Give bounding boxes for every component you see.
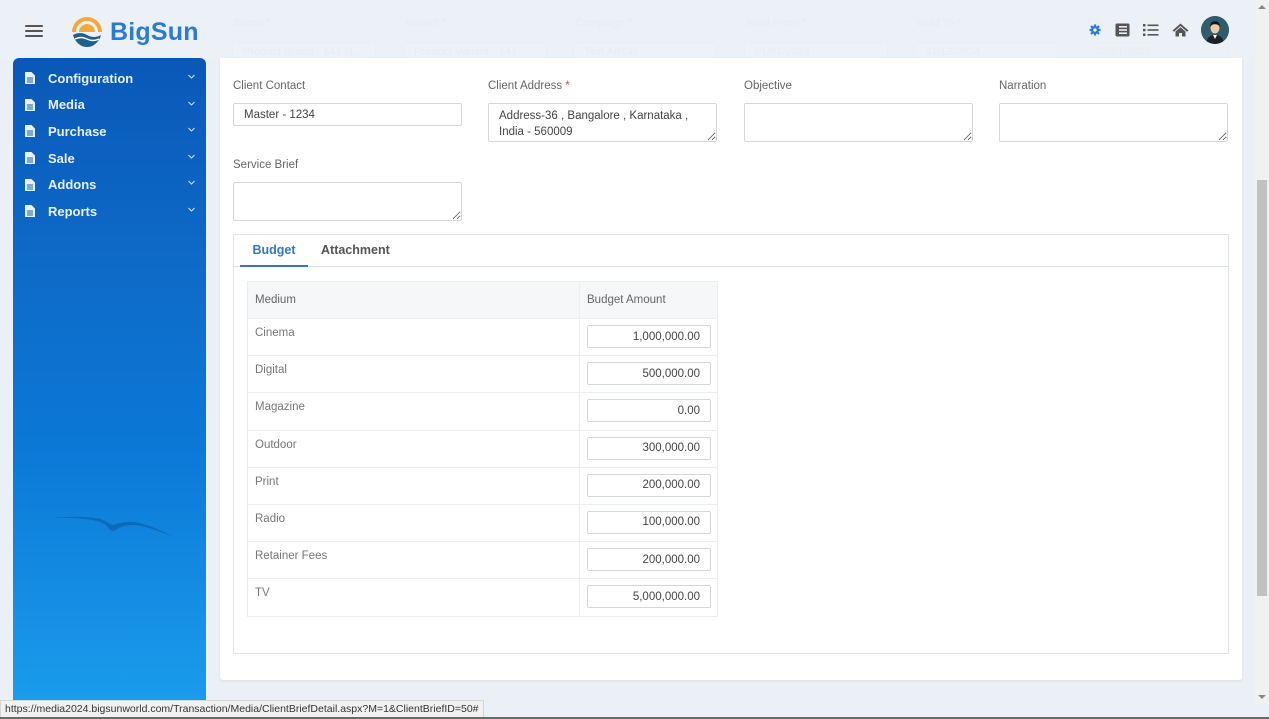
brand-logo[interactable]: BigSun xyxy=(70,15,199,49)
budget-amount-cell xyxy=(579,429,718,468)
bird-decoration-icon xyxy=(51,516,173,537)
budget-amount-input[interactable] xyxy=(587,436,711,460)
chevron-down-icon xyxy=(188,101,195,106)
hamburger-menu-icon[interactable] xyxy=(25,25,43,37)
budget-amount-input[interactable] xyxy=(587,399,711,423)
budget-row: Print xyxy=(247,466,718,505)
budget-row: Magazine xyxy=(247,392,718,431)
scroll-up-arrow-icon[interactable] xyxy=(1258,5,1266,9)
document-icon xyxy=(25,205,35,218)
home-icon[interactable] xyxy=(1172,23,1189,37)
chevron-down-icon xyxy=(188,154,195,159)
document-icon xyxy=(25,72,35,85)
column-header-medium: Medium xyxy=(247,281,580,319)
client-address-textarea[interactable]: Address-36 , Bangalore , Karnataka , Ind… xyxy=(488,103,717,142)
chevron-down-icon xyxy=(188,127,195,132)
objective-textarea[interactable] xyxy=(744,103,973,142)
sidebar-item-label: Reports xyxy=(48,203,98,219)
sidebar-item-label: Addons xyxy=(48,177,97,193)
document-icon xyxy=(25,98,35,111)
scrollbar-thumb[interactable] xyxy=(1257,180,1267,596)
budget-amount-input[interactable] xyxy=(587,362,711,386)
medium-cell: Outdoor xyxy=(247,429,580,468)
client-contact-label: Client Contact xyxy=(233,80,306,92)
budget-row: Outdoor xyxy=(247,429,718,468)
service-brief-textarea[interactable] xyxy=(233,182,462,221)
status-bar-url: https://media2024.bigsunworld.com/Transa… xyxy=(0,700,484,718)
budget-row: Digital xyxy=(247,355,718,394)
medium-cell: Retainer Fees xyxy=(247,541,580,580)
list-box-icon[interactable] xyxy=(1115,23,1130,37)
budget-amount-cell xyxy=(579,355,718,394)
sidebar-item-configuration[interactable]: Configuration xyxy=(13,65,206,92)
client-contact-input[interactable] xyxy=(233,103,462,126)
medium-cell: Radio xyxy=(247,503,580,543)
chevron-down-icon xyxy=(188,74,195,79)
header-actions xyxy=(1079,16,1229,44)
budget-table-header: Medium Budget Amount xyxy=(247,281,718,319)
objective-label: Objective xyxy=(744,80,792,92)
budget-amount-cell xyxy=(579,392,718,431)
tab-budget[interactable]: Budget xyxy=(240,235,308,267)
budget-amount-input[interactable] xyxy=(587,510,711,534)
sidebar-item-sale[interactable]: Sale xyxy=(13,145,206,172)
budget-amount-input[interactable] xyxy=(587,325,711,348)
brand-name: BigSun xyxy=(110,17,199,46)
sidebar-item-reports[interactable]: Reports xyxy=(13,198,206,225)
budget-table: Medium Budget Amount CinemaDigitalMagazi… xyxy=(247,281,718,617)
sidebar-item-purchase[interactable]: Purchase xyxy=(13,118,206,145)
budget-tabs-panel: Budget Attachment Medium Budget Amount C… xyxy=(233,234,1229,654)
service-brief-label: Service Brief xyxy=(233,159,299,171)
budget-amount-cell xyxy=(579,317,718,357)
sidebar-item-label: Configuration xyxy=(48,70,134,86)
sidebar-item-label: Purchase xyxy=(48,123,107,139)
sidebar-item-media[interactable]: Media xyxy=(13,92,206,119)
budget-amount-cell xyxy=(579,578,718,617)
narration-label: Narration xyxy=(999,80,1047,92)
client-address-label: Client Address * xyxy=(488,80,570,92)
medium-cell: Magazine xyxy=(247,392,580,431)
required-mark: * xyxy=(565,80,570,92)
narration-textarea[interactable] xyxy=(999,103,1228,142)
document-icon xyxy=(25,178,35,191)
column-header-budget-amount: Budget Amount xyxy=(579,281,718,319)
budget-row: Retainer Fees xyxy=(247,541,718,580)
medium-cell: Cinema xyxy=(247,317,580,357)
budget-amount-cell xyxy=(579,466,718,505)
sun-logo-icon xyxy=(72,17,102,47)
document-icon xyxy=(25,152,35,165)
chevron-down-icon xyxy=(188,180,195,186)
gear-icon[interactable] xyxy=(1089,24,1101,36)
user-avatar[interactable] xyxy=(1201,16,1229,44)
chevron-down-icon xyxy=(188,207,195,212)
budget-row: Cinema xyxy=(247,317,718,357)
list-icon[interactable] xyxy=(1143,23,1159,37)
sidebar: Configuration Media Purchase Sale Addons Repo… xyxy=(13,58,206,703)
budget-amount-cell xyxy=(579,541,718,580)
budget-amount-input[interactable] xyxy=(587,548,711,572)
sidebar-item-label: Sale xyxy=(48,150,75,166)
tab-attachment[interactable]: Attachment xyxy=(321,235,390,267)
budget-row: TV xyxy=(247,578,718,617)
client-address-label-text: Client Address xyxy=(488,80,563,92)
budget-row: Radio xyxy=(247,503,718,543)
budget-amount-input[interactable] xyxy=(587,473,711,497)
vertical-scrollbar[interactable] xyxy=(1255,0,1269,704)
document-icon xyxy=(25,125,35,138)
medium-cell: Digital xyxy=(247,355,580,394)
budget-amount-cell xyxy=(579,503,718,543)
scroll-down-arrow-icon[interactable] xyxy=(1258,695,1266,699)
medium-cell: TV xyxy=(247,578,580,617)
sidebar-item-label: Media xyxy=(48,97,85,113)
sidebar-item-addons[interactable]: Addons xyxy=(13,171,206,198)
top-header: BigSun xyxy=(0,0,1255,58)
tab-bar: Budget Attachment xyxy=(234,235,1228,267)
medium-cell: Print xyxy=(247,466,580,505)
client-brief-card: Client Contact Client Address * Address-… xyxy=(220,58,1242,680)
budget-amount-input[interactable] xyxy=(587,585,711,609)
